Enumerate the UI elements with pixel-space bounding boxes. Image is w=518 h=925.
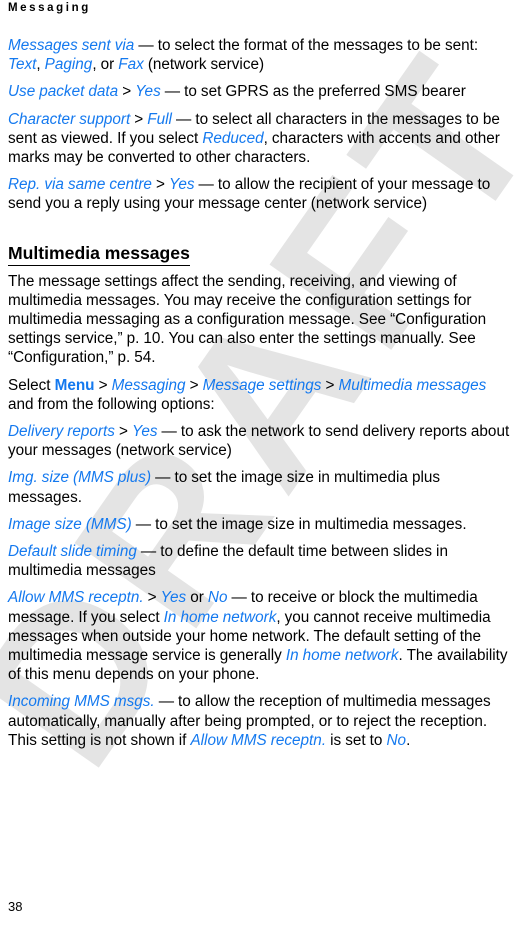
ui-term-character-support: Character support (8, 110, 131, 128)
running-head-messaging: Messaging (8, 2, 91, 14)
ui-value-yes-4: Yes (160, 589, 187, 607)
separator-gt-5: > (185, 376, 203, 394)
ui-value-in-home-network-2: In home network (285, 647, 399, 665)
ui-term-use-packet-data: Use packet data (8, 83, 119, 101)
manual-page: Messaging Messages sent via — to select … (0, 0, 518, 925)
ui-value-paging: Paging (44, 56, 93, 74)
ui-value-reduced: Reduced (202, 129, 264, 147)
paragraph-allow-mms-receptn: Allow MMS receptn. > Yes or No — to rece… (8, 588, 510, 684)
ui-value-yes-2: Yes (168, 176, 195, 194)
separator-gt-4: > (94, 376, 112, 394)
text-use-packet-data-tail: — to set GPRS as the preferred SMS beare… (160, 83, 466, 101)
ui-term-rep-via-same-centre: Rep. via same centre (8, 176, 152, 194)
ui-crumb-messaging: Messaging (111, 376, 186, 394)
text-or: or (186, 589, 208, 607)
text-select-lead: Select (8, 376, 55, 394)
separator-gt-1: > (118, 83, 136, 101)
page-content: Messages sent via — to select the format… (8, 36, 510, 758)
ui-term-image-size-mms: Image size (MMS) (8, 515, 132, 533)
paragraph-default-slide-timing: Default slide timing — to define the def… (8, 542, 510, 580)
ui-crumb-multimedia-messages: Multimedia messages (338, 376, 487, 394)
text-comma-2: , or (92, 56, 119, 74)
ui-crumb-message-settings: Message settings (202, 376, 322, 394)
page-number: 38 (8, 899, 23, 914)
ui-value-full: Full (147, 110, 172, 128)
text-image-size-mms-tail: — to set the image size in multimedia me… (131, 515, 467, 533)
text-incoming-mms-mid-2: is set to (326, 731, 387, 749)
ui-value-fax: Fax (118, 56, 144, 74)
ui-term-default-slide-timing: Default slide timing (8, 543, 137, 561)
text-select-tail: and from the following options: (8, 395, 215, 413)
separator-gt-8: > (143, 589, 161, 607)
paragraph-delivery-reports: Delivery reports > Yes — to ask the netw… (8, 422, 510, 460)
text-incoming-mms-tail: . (406, 731, 411, 749)
ui-value-no-1: No (207, 589, 228, 607)
ui-value-text: Text (8, 56, 37, 74)
separator-gt-6: > (321, 376, 339, 394)
paragraph-use-packet-data: Use packet data > Yes — to set GPRS as t… (8, 82, 510, 101)
paragraph-select-menu-path: Select Menu > Messaging > Message settin… (8, 376, 510, 414)
paragraph-character-support: Character support > Full — to select all… (8, 110, 510, 168)
separator-gt-2: > (130, 110, 148, 128)
paragraph-incoming-mms-msgs: Incoming MMS msgs. — to allow the recept… (8, 692, 510, 750)
ui-term-delivery-reports: Delivery reports (8, 423, 115, 441)
ui-value-no-2: No (386, 731, 407, 749)
ui-ref-allow-mms-receptn: Allow MMS receptn. (190, 731, 327, 749)
separator-gt-3: > (151, 176, 169, 194)
heading-wrap-multimedia-messages: Multimedia messages (8, 222, 510, 272)
ui-term-allow-mms-receptn: Allow MMS receptn. (8, 589, 144, 607)
ui-value-in-home-network-1: In home network (163, 608, 277, 626)
ui-value-yes-3: Yes (131, 423, 158, 441)
separator-gt-7: > (114, 423, 132, 441)
page-heading-multimedia-messages: Multimedia messages (8, 242, 190, 266)
ui-term-incoming-mms-msgs: Incoming MMS msgs. (8, 693, 155, 711)
text-messages-sent-via-dash: — to select the format of the messages t… (134, 37, 479, 54)
text-comma-1: , (36, 56, 45, 74)
paragraph-multimedia-intro: The message settings affect the sending,… (8, 272, 487, 367)
ui-value-yes-1: Yes (135, 83, 161, 101)
paragraph-messages-sent-via: Messages sent via — to select the format… (8, 36, 510, 74)
paragraph-rep-via-same-centre: Rep. via same centre > Yes — to allow th… (8, 175, 510, 213)
ui-term-img-size-mms-plus: Img. size (MMS plus) (8, 469, 152, 487)
paragraph-img-size-mms-plus: Img. size (MMS plus) — to set the image … (8, 468, 510, 506)
paragraph-image-size-mms: Image size (MMS) — to set the image size… (8, 515, 510, 534)
text-messages-sent-via-tail: (network service) (143, 56, 265, 74)
ui-term-menu: Menu (54, 376, 95, 394)
ui-term-messages-sent-via: Messages sent via (8, 37, 135, 54)
